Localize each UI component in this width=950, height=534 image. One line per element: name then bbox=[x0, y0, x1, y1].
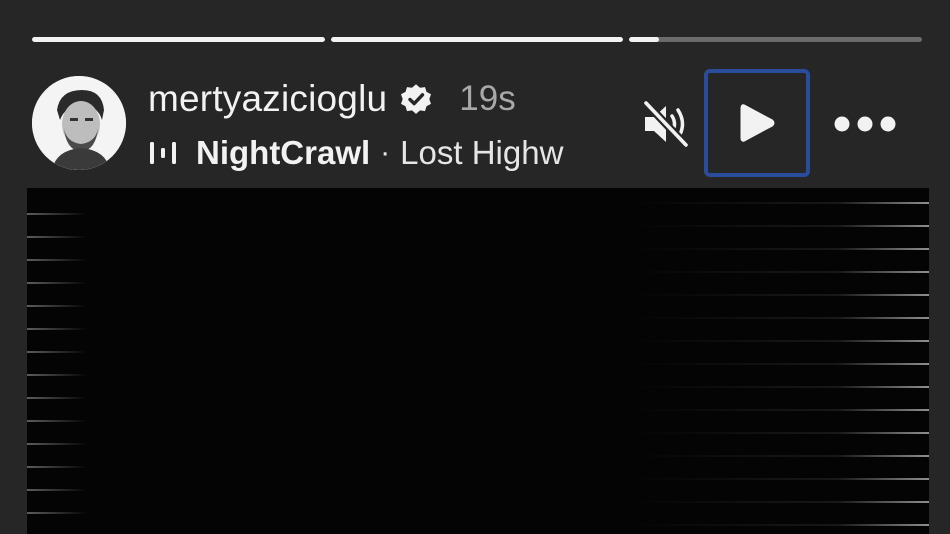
light-streak bbox=[27, 489, 87, 491]
story-progress-fill bbox=[629, 37, 659, 42]
light-streak bbox=[627, 248, 929, 250]
light-streak bbox=[27, 213, 87, 215]
more-options-icon bbox=[834, 116, 896, 132]
light-streak bbox=[627, 363, 929, 365]
avatar[interactable] bbox=[32, 76, 126, 170]
more-options-button[interactable] bbox=[830, 102, 900, 146]
light-streak bbox=[627, 386, 929, 388]
story-progress bbox=[32, 37, 923, 42]
post-timestamp: 19s bbox=[459, 79, 516, 118]
light-streak bbox=[27, 236, 87, 238]
light-streak bbox=[27, 374, 87, 376]
light-streak bbox=[27, 512, 87, 514]
light-streak bbox=[27, 466, 87, 468]
light-streak bbox=[627, 202, 929, 204]
audio-equalizer-icon bbox=[148, 139, 178, 167]
story-progress-fill bbox=[330, 37, 624, 42]
light-streak bbox=[627, 455, 929, 457]
light-streak bbox=[627, 478, 929, 480]
light-streak bbox=[27, 282, 87, 284]
story-header: mertyazicioglu 19s bbox=[148, 76, 516, 122]
story-media[interactable] bbox=[27, 188, 929, 534]
light-streak bbox=[27, 351, 87, 353]
play-icon bbox=[740, 104, 775, 142]
light-streak bbox=[627, 317, 929, 319]
audio-separator: · bbox=[380, 136, 391, 169]
story-progress-segment bbox=[629, 37, 923, 42]
light-streak bbox=[627, 524, 929, 526]
audio-track-title: Lost Highw bbox=[400, 134, 564, 171]
username[interactable]: mertyazicioglu bbox=[148, 78, 387, 120]
light-streak bbox=[27, 305, 87, 307]
story-progress-segment bbox=[32, 37, 325, 42]
light-streak bbox=[627, 271, 929, 273]
light-streak bbox=[627, 294, 929, 296]
light-streak bbox=[627, 340, 929, 342]
verified-badge-icon bbox=[399, 82, 433, 116]
media-frame bbox=[27, 202, 929, 526]
story-progress-segment bbox=[330, 37, 624, 42]
light-streak bbox=[627, 432, 929, 434]
light-streak bbox=[27, 397, 87, 399]
story-progress-fill bbox=[32, 37, 325, 42]
light-streak bbox=[27, 259, 87, 261]
light-streak bbox=[27, 328, 87, 330]
light-streak bbox=[27, 420, 87, 422]
speaker-muted-icon bbox=[642, 100, 690, 148]
play-button[interactable] bbox=[704, 69, 810, 177]
audio-artist: NightCrawl bbox=[196, 134, 371, 171]
audio-attribution[interactable]: NightCrawl · Lost Highw bbox=[148, 131, 598, 175]
light-streak bbox=[627, 225, 929, 227]
light-streak bbox=[27, 443, 87, 445]
light-streak bbox=[627, 409, 929, 411]
mute-button[interactable] bbox=[637, 96, 695, 152]
avatar-photo bbox=[32, 76, 126, 170]
light-streak bbox=[627, 501, 929, 503]
